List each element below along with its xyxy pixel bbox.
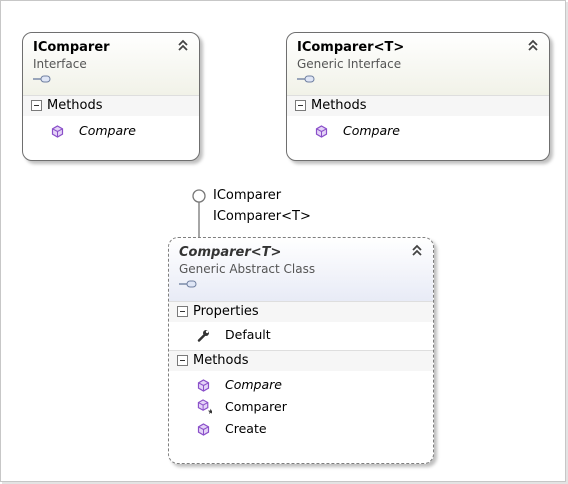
- type-parameter: <T>: [250, 245, 282, 260]
- shape-title: Comparer<T>: [179, 244, 423, 261]
- comparer-t-class-shape[interactable]: Comparer<T> Generic Abstract Class Prope…: [168, 237, 434, 464]
- constructor-icon: ★: [197, 399, 212, 414]
- member-label: Default: [225, 327, 271, 342]
- method-icon: [197, 379, 210, 392]
- section-methods[interactable]: Methods: [169, 350, 433, 371]
- shape-name: Comparer: [179, 245, 251, 260]
- interface-circle: [192, 189, 206, 203]
- lollipop-label-icomparer-t: IComparer<T>: [213, 209, 311, 224]
- collapse-chevron-icon[interactable]: [411, 243, 423, 257]
- collapse-section-icon[interactable]: [177, 306, 188, 317]
- member-comparer-constructor[interactable]: ★ Comparer: [169, 396, 433, 418]
- collapse-section-icon[interactable]: [177, 355, 188, 366]
- property-wrench-icon: [197, 330, 209, 342]
- lollipop-label-icomparer: IComparer: [213, 188, 282, 203]
- member-label: Compare: [225, 377, 282, 392]
- member-compare[interactable]: Compare: [169, 374, 433, 396]
- member-default[interactable]: Default: [169, 324, 433, 346]
- svg-text:★: ★: [207, 407, 212, 414]
- section-properties[interactable]: Properties: [169, 301, 433, 322]
- section-label: Methods: [193, 353, 249, 368]
- shape-header[interactable]: Comparer<T> Generic Abstract Class: [169, 238, 433, 301]
- shape-kind: Generic Abstract Class: [179, 262, 316, 276]
- member-create[interactable]: Create: [169, 418, 433, 440]
- member-label: Comparer: [225, 399, 287, 414]
- method-icon: [197, 423, 210, 436]
- member-label: Create: [225, 421, 267, 436]
- class-glyph-icon: [179, 280, 197, 288]
- section-label: Properties: [193, 304, 259, 319]
